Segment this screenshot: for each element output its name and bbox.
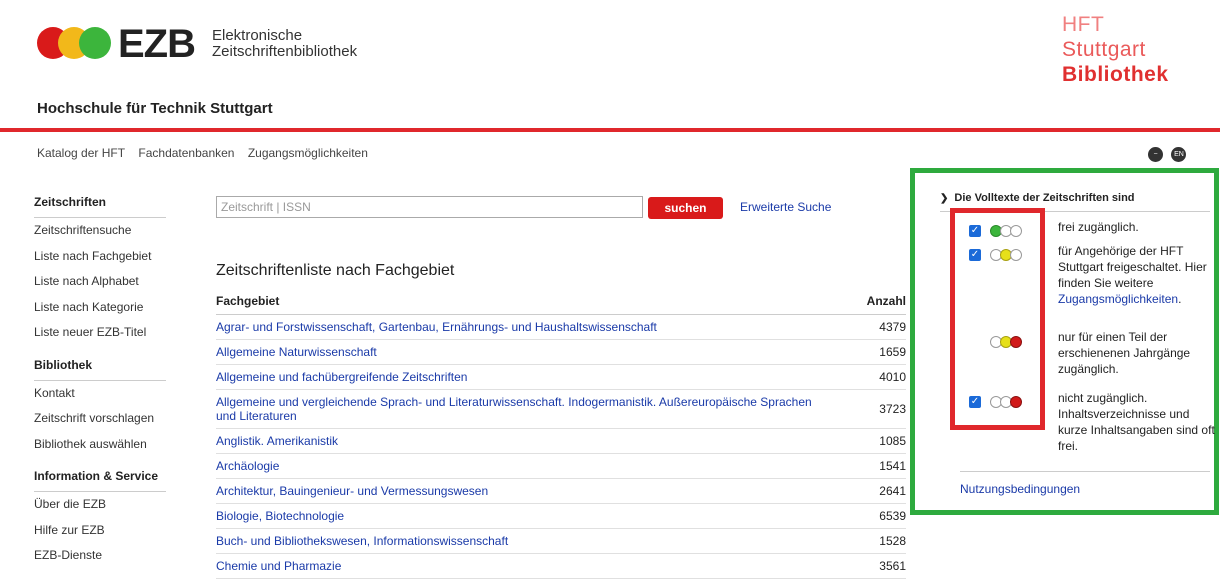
sidebar-item-dienste[interactable]: EZB-Dienste [34,545,166,571]
subject-count: 1659 [879,345,906,359]
traffic-light-logo-icon [37,27,111,59]
table-row: Buch- und Bibliothekswesen, Informations… [216,529,906,554]
logo-subtitle: Elektronische Zeitschriftenbibliothek [212,27,358,60]
sidebar-item-liste-alphabet[interactable]: Liste nach Alphabet [34,271,166,297]
sidebar-item-liste-kategorie[interactable]: Liste nach Kategorie [34,297,166,323]
table-row: Anglistik. Amerikanistik 1085 [216,429,906,454]
sidebar-item-kontakt[interactable]: Kontakt [34,383,166,409]
table-row: Agrar- und Forstwissenschaft, Gartenbau,… [216,315,906,340]
table-row: Allgemeine Naturwissenschaft 1659 [216,340,906,365]
sidebar-heading-zeitschriften: Zeitschriften [34,193,166,218]
top-icons: − EN [1148,146,1190,164]
subject-count: 4379 [879,320,906,334]
traffic-light-red-icon [990,393,1022,411]
table-row: Biologie, Biotechnologie 6539 [216,504,906,529]
table-row: Archäologie 1541 [216,454,906,479]
nav-fachdatenbanken[interactable]: Fachdatenbanken [138,146,234,160]
sidebar-item-vorschlagen[interactable]: Zeitschrift vorschlagen [34,408,166,434]
subject-count: 3561 [879,559,906,573]
nav-katalog[interactable]: Katalog der HFT [37,146,125,160]
column-header-count: Anzahl [866,294,906,308]
table-row: Architektur, Bauingenieur- und Vermessun… [216,479,906,504]
minus-circle-icon[interactable]: − [1148,147,1163,163]
legend-closed-text: nicht zugänglich. Inhaltsverzeichnisse u… [1058,391,1215,453]
subject-count: 1528 [879,534,906,548]
nav-zugangsmoeglichkeiten[interactable]: Zugangsmöglichkeiten [248,146,368,160]
subject-count: 2641 [879,484,906,498]
sidebar-heading-information: Information & Service [34,467,166,492]
subject-link[interactable]: Buch- und Bibliothekswesen, Informations… [216,534,816,548]
divider [960,471,1210,472]
subject-table: Fachgebiet Anzahl Agrar- und Forstwissen… [216,290,906,579]
subject-count: 3723 [879,402,906,416]
subject-link[interactable]: Allgemeine und fachübergreifende Zeitsch… [216,370,816,384]
subject-link[interactable]: Architektur, Bauingenieur- und Vermessun… [216,484,816,498]
legend-partial-text: nur für einen Teil der erschienenen Jahr… [1058,330,1191,376]
sidebar-item-liste-fachgebiet[interactable]: Liste nach Fachgebiet [34,246,166,272]
left-sidebar: Zeitschriften Zeitschriftensuche Liste n… [34,193,166,571]
checkbox-closed[interactable]: ✓ [969,396,981,408]
table-row: Allgemeine und fachübergreifende Zeitsch… [216,365,906,390]
legend-free-text: frei zugänglich. [1058,220,1139,234]
sidebar-item-hilfe[interactable]: Hilfe zur EZB [34,520,166,546]
top-navigation: Katalog der HFT Fachdatenbanken Zugangsm… [37,146,378,160]
chevron-down-icon[interactable]: ❯ [940,193,948,204]
subject-count: 1541 [879,459,906,473]
search-input[interactable] [216,196,643,218]
subject-count: 6539 [879,509,906,523]
page-title: Zeitschriftenliste nach Fachgebiet [216,262,455,279]
traffic-light-yellow-red-icon [990,333,1022,351]
traffic-light-yellow-icon [990,246,1022,264]
table-row: Allgemeine und vergleichende Sprach- und… [216,390,906,429]
institution-name: Hochschule für Technik Stuttgart [37,100,273,117]
checkbox-licensed[interactable]: ✓ [969,249,981,261]
header-divider [0,128,1220,132]
subject-count: 1085 [879,434,906,448]
sidebar-item-neue-titel[interactable]: Liste neuer EZB-Titel [34,322,166,348]
traffic-light-green-icon [990,222,1022,240]
checkbox-free[interactable]: ✓ [969,225,981,237]
logo-ezb-text: EZB [118,22,196,66]
subject-link[interactable]: Archäologie [216,459,816,473]
sidebar-item-zeitschriftensuche[interactable]: Zeitschriftensuche [34,220,166,246]
sidebar-item-bibliothek-auswaehlen[interactable]: Bibliothek auswählen [34,434,166,460]
advanced-search-link[interactable]: Erweiterte Suche [740,200,831,214]
subject-count: 4010 [879,370,906,384]
subject-link[interactable]: Biologie, Biotechnologie [216,509,816,523]
zugangsmoeglichkeiten-link[interactable]: Zugangsmöglichkeiten [1058,292,1178,306]
subject-link[interactable]: Agrar- und Forstwissenschaft, Gartenbau,… [216,320,816,334]
sidebar-heading-bibliothek: Bibliothek [34,356,166,381]
table-row: Chemie und Pharmazie 3561 [216,554,906,579]
subject-link[interactable]: Allgemeine und vergleichende Sprach- und… [216,395,816,423]
subject-link[interactable]: Anglistik. Amerikanistik [216,434,816,448]
table-header: Fachgebiet Anzahl [216,290,906,315]
column-header-subject: Fachgebiet [216,294,280,308]
hft-library-logo[interactable]: HFT Stuttgart Bibliothek [1062,12,1169,87]
search-button[interactable]: suchen [648,197,723,219]
subject-link[interactable]: Chemie und Pharmazie [216,559,816,573]
subject-link[interactable]: Allgemeine Naturwissenschaft [216,345,816,359]
legend-licensed-text: für Angehörige der HFT Stuttgart freiges… [1058,244,1207,306]
ezb-logo[interactable]: EZB Elektronische Zeitschriftenbibliothe… [36,22,366,66]
english-language-icon[interactable]: EN [1171,147,1187,163]
sidebar-item-ueber-ezb[interactable]: Über die EZB [34,494,166,520]
terms-of-use-link[interactable]: Nutzungsbedingungen [960,482,1080,496]
